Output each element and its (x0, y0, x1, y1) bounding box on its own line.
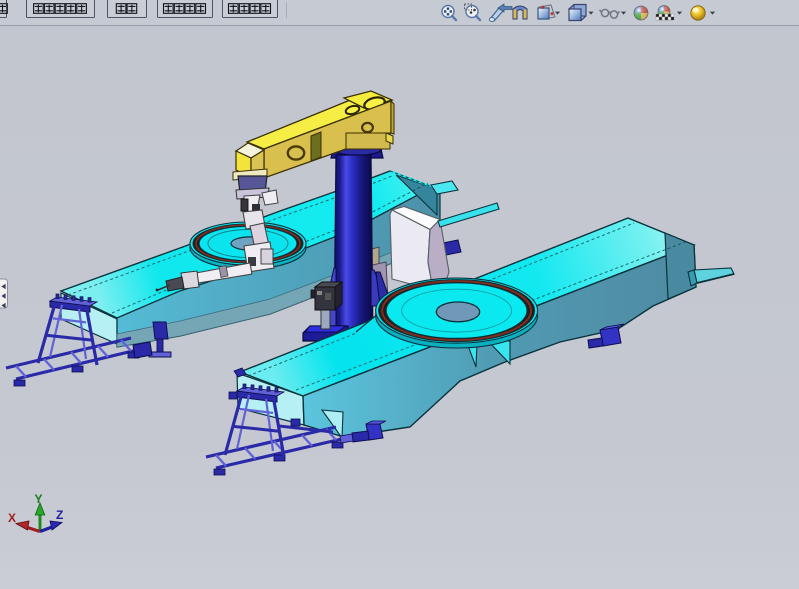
svg-text:X: X (8, 511, 16, 525)
svg-text:Y: Y (35, 492, 43, 506)
svg-text:Z: Z (56, 508, 63, 522)
